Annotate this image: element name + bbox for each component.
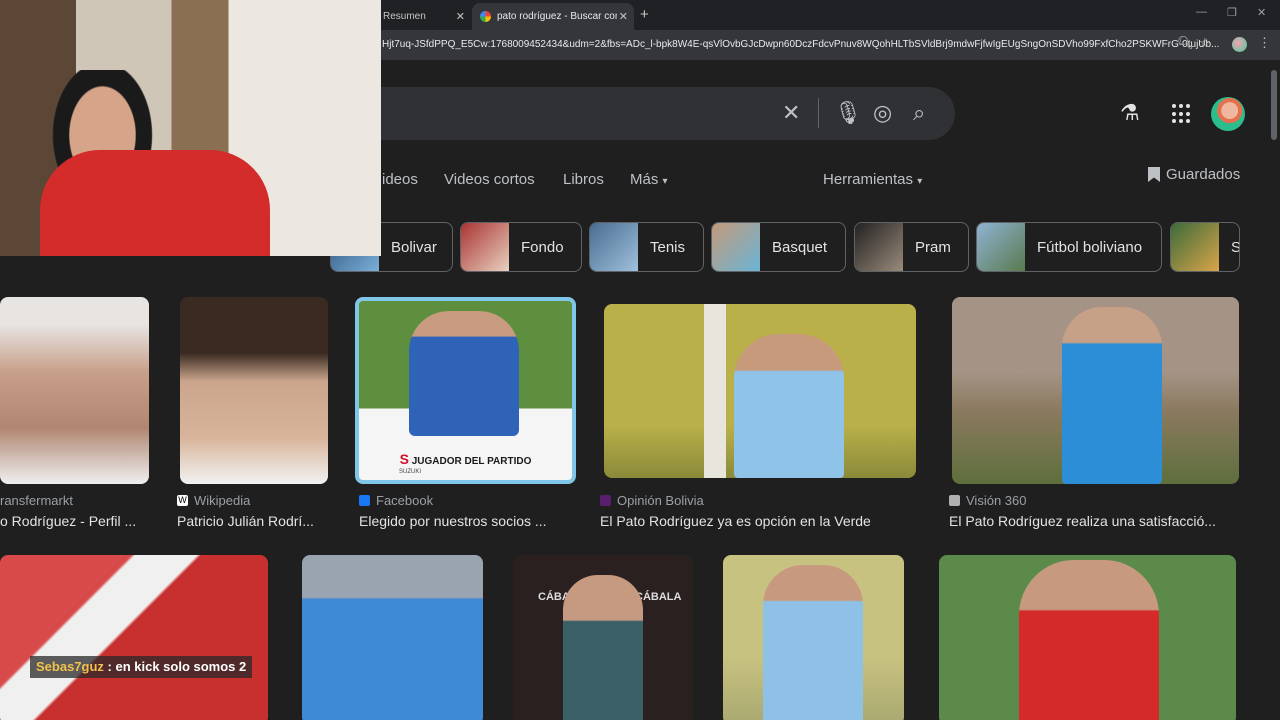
chip-label: Fútbol boliviano [1037, 238, 1143, 256]
tab-more[interactable]: Más ▾ [630, 171, 668, 188]
result-caption[interactable]: o Rodríguez - Perfil ... [0, 513, 149, 529]
tab-videos[interactable]: ideos [382, 171, 418, 188]
camera-lens-icon[interactable]: ◎ [873, 100, 892, 126]
new-tab-icon[interactable]: + [640, 6, 649, 23]
result-caption[interactable]: Patricio Julián Rodrí... [177, 513, 329, 529]
sponsor-text: SUZUKI [399, 469, 422, 475]
divider [818, 98, 819, 128]
result-image-row2-4[interactable] [723, 555, 904, 720]
caret-down-icon: ▾ [917, 176, 923, 187]
screen: Resumen ✕ pato rodríguez - Buscar con Go… [0, 0, 1280, 720]
tab-title: pato rodríguez - Buscar con Google [497, 11, 617, 22]
bookmark-star-icon[interactable]: ☆ [1199, 35, 1211, 51]
result-source[interactable]: W Wikipedia [177, 493, 250, 508]
chat-username: Sebas7guz [36, 659, 104, 674]
menu-icon[interactable]: ⋮ [1258, 35, 1271, 51]
microphone-icon[interactable]: 🎙︎ [834, 100, 862, 126]
award-banner-text: S JUGADOR DEL PARTIDO [399, 451, 532, 467]
chip-thumbnail [590, 223, 638, 271]
result-image-opinion-bolivia[interactable] [604, 304, 916, 478]
restore-icon[interactable]: ❐ [1227, 6, 1237, 19]
chip-thumbnail [977, 223, 1025, 271]
chip-fondo[interactable]: Fondo [460, 222, 582, 272]
tab-title: Resumen [383, 11, 426, 22]
person-figure [563, 575, 643, 720]
tab-google-search[interactable]: pato rodríguez - Buscar con Google ✕ [472, 3, 634, 30]
chip-tenis[interactable]: Tenis [589, 222, 704, 272]
chip-label: Basquet [772, 238, 828, 256]
result-image-transfermarkt[interactable] [0, 297, 149, 484]
result-source[interactable]: Facebook [359, 493, 433, 508]
profile-avatar[interactable] [1232, 37, 1247, 52]
result-caption[interactable]: El Pato Rodríguez ya es opción en la Ver… [600, 513, 920, 529]
labs-flask-icon[interactable]: ⚗ [1120, 100, 1140, 126]
opinion-bolivia-icon [600, 495, 611, 506]
close-icon[interactable]: ✕ [456, 10, 465, 23]
result-source[interactable]: Visión 360 [949, 493, 1026, 508]
result-image-facebook[interactable]: S JUGADOR DEL PARTIDO SUZUKI [355, 297, 576, 484]
goal-post [704, 304, 726, 478]
result-source[interactable]: ransfermarkt [0, 493, 73, 508]
streamer-shirt [40, 150, 270, 256]
result-source[interactable]: Opinión Bolivia [600, 493, 704, 508]
close-window-icon[interactable]: ✕ [1257, 6, 1266, 19]
chip-thumbnail [855, 223, 903, 271]
minimize-icon[interactable]: — [1196, 6, 1207, 18]
result-image-row2-3[interactable]: CÁBALA CÁBALA [513, 555, 693, 720]
caret-down-icon: ▾ [662, 176, 668, 187]
result-caption[interactable]: Elegido por nuestros socios ... [359, 513, 575, 529]
close-icon[interactable]: ✕ [619, 10, 628, 23]
vision-360-icon [949, 495, 960, 506]
chat-text: : en kick solo somos 2 [103, 659, 247, 674]
result-image-wikipedia[interactable] [180, 297, 328, 484]
chip-basquet[interactable]: Basquet [711, 222, 846, 272]
result-image-row2-5[interactable] [939, 555, 1236, 720]
saved-button[interactable]: Guardados [1148, 166, 1240, 183]
player-figure [1019, 560, 1159, 720]
zoom-icon[interactable]: 🔍︎ [1177, 35, 1194, 51]
chip-thumbnail [712, 223, 760, 271]
tab-short-videos[interactable]: Videos cortos [444, 171, 535, 188]
search-icon[interactable]: ⌕ [913, 100, 925, 126]
bookmark-icon [1148, 167, 1160, 182]
clear-icon[interactable]: ✕ [782, 100, 800, 126]
player-figure [734, 334, 844, 478]
address-bar[interactable]: Hjt7uq-JSfdPPQ_E5Cw:1768009452434&udm=2&… [382, 35, 1226, 55]
result-image-row2-1[interactable] [0, 555, 268, 720]
facebook-icon [359, 495, 370, 506]
chip-s[interactable]: S [1170, 222, 1240, 272]
chat-message: Sebas7guz : en kick solo somos 2 [30, 656, 253, 678]
tab-books[interactable]: Libros [563, 171, 604, 188]
chip-thumbnail [1171, 223, 1219, 271]
chip-thumbnail [461, 223, 509, 271]
chip-label: Tenis [650, 238, 686, 256]
wikipedia-icon: W [177, 495, 188, 506]
player-figure [409, 311, 519, 436]
result-image-row2-2[interactable] [302, 555, 483, 720]
chip-label: Pram [915, 238, 951, 256]
result-image-vision-360[interactable] [952, 297, 1239, 484]
scrollbar[interactable] [1271, 70, 1277, 140]
apps-grid-icon[interactable] [1172, 104, 1192, 124]
chip-label: Bolivar [391, 238, 437, 256]
chip-label: Fondo [521, 238, 564, 256]
chip-label: S [1219, 239, 1239, 256]
tab-resumen[interactable]: Resumen ✕ [375, 3, 471, 30]
account-avatar[interactable] [1211, 97, 1245, 131]
player-figure [763, 565, 863, 720]
chip-futbol-boliviano[interactable]: Fútbol boliviano [976, 222, 1162, 272]
result-caption[interactable]: El Pato Rodríguez realiza una satisfacci… [949, 513, 1239, 529]
webcam-overlay [0, 0, 381, 256]
saved-label: Guardados [1166, 166, 1241, 183]
google-favicon-icon [480, 11, 491, 22]
tools-button[interactable]: Herramientas ▾ [823, 171, 922, 188]
player-figure [1062, 307, 1162, 484]
chip-pram[interactable]: Pram [854, 222, 969, 272]
